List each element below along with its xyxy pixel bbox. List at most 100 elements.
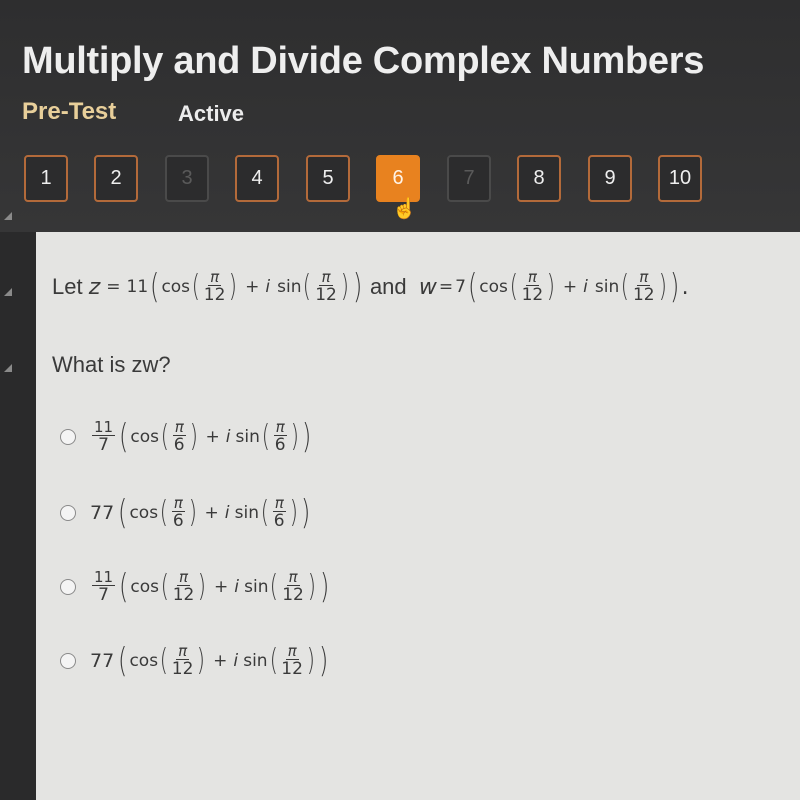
cos-label: cos xyxy=(161,277,191,297)
denominator: 6 xyxy=(172,511,184,531)
angle-fraction: π 12 xyxy=(173,570,195,604)
imaginary-unit: i xyxy=(224,503,230,523)
answer-option-4[interactable]: 77 (cos( π 12 ) + i sin (π 12)) xyxy=(60,644,330,678)
hand-pointer-icon: ☝ xyxy=(392,198,417,220)
denominator: 12 xyxy=(315,285,337,305)
angle-fraction: π 12 xyxy=(172,644,194,678)
angle-fraction: π 12 xyxy=(315,270,337,304)
resize-handle-icon xyxy=(4,212,12,220)
answer-option-2[interactable]: 77 (cos( π6 ) + i sin (π 6)) xyxy=(60,496,313,530)
pi-symbol: π xyxy=(525,268,539,286)
sin-label: sin xyxy=(277,277,302,297)
question-panel: Let z = 11 ( cos ( π 12 ) + i sin ( π 12 )… xyxy=(36,232,800,800)
equals-sign: = xyxy=(106,277,121,297)
angle-fraction: π6 xyxy=(171,494,185,531)
w-modulus: 7 xyxy=(455,277,466,297)
pi-symbol: π xyxy=(176,642,190,660)
question-8-button[interactable]: 8 xyxy=(517,155,561,202)
resize-handle-icon xyxy=(4,364,12,372)
plus-sign: + xyxy=(245,277,260,297)
pi-symbol: π xyxy=(176,568,191,586)
coef-denominator: 7 xyxy=(98,585,109,605)
test-type-label: Pre-Test xyxy=(22,98,117,125)
denominator: 12 xyxy=(203,285,226,305)
imaginary-unit: i xyxy=(234,577,240,597)
denominator: 12 xyxy=(281,659,303,679)
plus-sign: + xyxy=(205,427,220,447)
z-variable: z xyxy=(88,274,101,300)
angle-fraction: π 12 xyxy=(204,270,226,304)
denominator: 6 xyxy=(173,435,185,455)
coefficient-fraction: 11 7 xyxy=(92,568,116,605)
pi-symbol: π xyxy=(208,268,222,286)
pi-symbol: π xyxy=(172,418,186,436)
question-text: What is zw? xyxy=(52,352,171,377)
equals-sign: = xyxy=(438,277,454,297)
angle-fraction: π6 xyxy=(272,494,286,530)
pi-symbol: π xyxy=(272,494,286,512)
question-3-button[interactable]: 3 xyxy=(165,155,209,202)
w-expression: w = 7 ( cos ( π 12 ) + i sin ( π 12 )). xyxy=(418,267,689,307)
sin-label: sin xyxy=(244,577,269,597)
question-2-button[interactable]: 2 xyxy=(94,155,138,202)
question-10-button[interactable]: 10 xyxy=(658,155,702,202)
plus-sign: + xyxy=(562,277,578,297)
cos-label: cos xyxy=(129,651,159,671)
w-variable: w xyxy=(418,274,437,300)
question-7-button[interactable]: 7 xyxy=(447,155,491,202)
pi-symbol: π xyxy=(171,494,185,512)
question-4-button[interactable]: 4 xyxy=(235,155,279,202)
coef-numerator: 11 xyxy=(92,568,116,586)
angle-fraction: π 12 xyxy=(522,270,544,304)
resize-handle-icon xyxy=(4,288,12,296)
cos-label: cos xyxy=(130,427,159,447)
coef-denominator: 7 xyxy=(98,435,109,455)
imaginary-unit: i xyxy=(583,277,588,297)
sin-label: sin xyxy=(243,651,268,671)
prompt-text: Let xyxy=(52,274,83,299)
header: Multiply and Divide Complex Numbers Pre-… xyxy=(0,0,800,232)
cos-label: cos xyxy=(129,503,159,523)
imaginary-unit: i xyxy=(225,427,231,447)
pi-symbol: π xyxy=(319,268,333,286)
answer-option-1[interactable]: 11 7 (cos( π6 ) + i sin (π 6)) xyxy=(60,420,314,454)
coef-numerator: 11 xyxy=(92,418,116,436)
answer-option-3[interactable]: 11 7 (cos( π 12 ) + i sin (π 12)) xyxy=(60,570,331,604)
question-9-button[interactable]: 9 xyxy=(588,155,632,202)
pi-symbol: π xyxy=(286,568,300,586)
denominator: 12 xyxy=(632,285,655,305)
angle-fraction: π 12 xyxy=(633,270,655,304)
angle-fraction: π6 xyxy=(172,418,186,455)
conjunction-text: and xyxy=(369,274,407,299)
radio-button[interactable] xyxy=(60,653,76,669)
plus-sign: + xyxy=(213,651,228,671)
period: . xyxy=(681,274,689,300)
radio-button[interactable] xyxy=(60,579,76,595)
z-modulus: 11 xyxy=(126,277,149,297)
status-label: Active xyxy=(178,101,245,126)
sin-label: sin xyxy=(234,503,259,523)
denominator: 12 xyxy=(282,585,304,605)
sin-label: sin xyxy=(594,277,620,297)
coefficient: 77 xyxy=(90,502,115,524)
plus-sign: + xyxy=(214,577,229,597)
radio-button[interactable] xyxy=(60,429,76,445)
pi-symbol: π xyxy=(285,642,299,660)
radio-button[interactable] xyxy=(60,505,76,521)
question-6-button[interactable]: 6 xyxy=(376,155,420,202)
pi-symbol: π xyxy=(637,268,651,286)
page-title: Multiply and Divide Complex Numbers xyxy=(22,40,705,82)
angle-fraction: π 12 xyxy=(282,570,304,604)
question-5-button[interactable]: 5 xyxy=(306,155,350,202)
side-strip xyxy=(0,212,36,800)
pi-symbol: π xyxy=(273,418,287,436)
denominator: 12 xyxy=(171,659,194,679)
open-paren: ( xyxy=(150,267,160,307)
coefficient-fraction: 11 7 xyxy=(92,418,116,455)
question-1-button[interactable]: 1 xyxy=(24,155,68,202)
question-prompt: Let z = 11 ( cos ( π 12 ) + i sin ( π 12 )… xyxy=(52,267,689,307)
z-expression: z = 11 ( cos ( π 12 ) + i sin ( π 12 )) xyxy=(88,267,362,307)
denominator: 12 xyxy=(172,585,195,605)
cos-label: cos xyxy=(479,277,508,297)
sin-label: sin xyxy=(235,427,260,447)
